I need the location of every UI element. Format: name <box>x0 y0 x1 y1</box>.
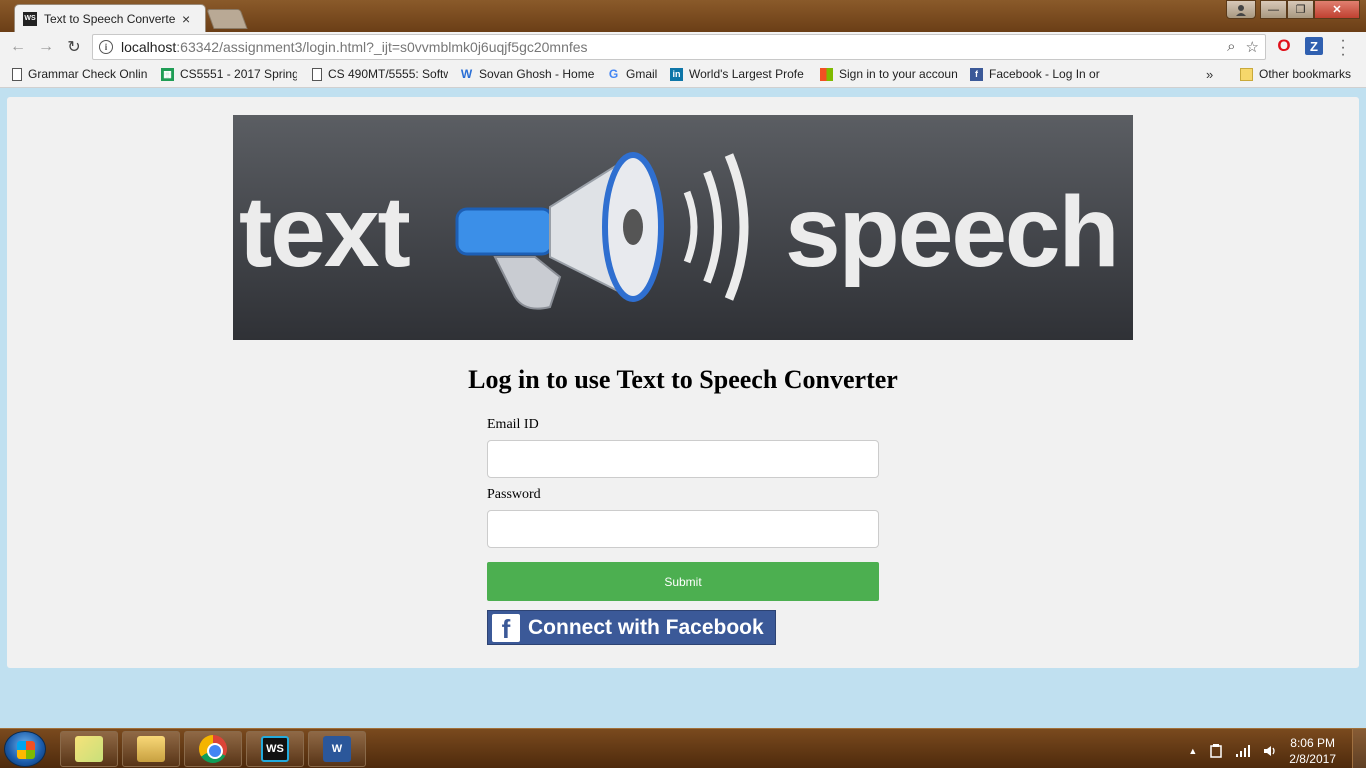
url-path: :63342/assignment3/login.html?_ijt=s0vvm… <box>176 39 588 55</box>
system-clock[interactable]: 8:06 PM 2/8/2017 <box>1289 735 1336 767</box>
webstorm-favicon-icon: WS <box>23 11 37 26</box>
chrome-menu-icon[interactable]: · · · <box>1338 33 1348 63</box>
window-controls: — ❐ ✕ <box>1226 0 1360 19</box>
bookmark-linkedin[interactable]: in World's Largest Profe <box>670 67 806 81</box>
banner-word-text: text <box>239 176 411 288</box>
more-bookmarks-chevron-icon[interactable]: » <box>1206 67 1213 82</box>
url-host: localhost <box>121 39 177 55</box>
banner-word-speech: speech <box>785 176 1120 288</box>
bookmark-cs490mt[interactable]: CS 490MT/5555: Softw <box>312 67 448 81</box>
bookmark-label: Sign in to your accoun <box>839 67 958 81</box>
show-hidden-icons-arrow-icon[interactable]: ▲ <box>1188 746 1197 756</box>
taskbar-sticky-notes[interactable] <box>60 731 118 767</box>
taskbar-webstorm[interactable]: WS <box>246 731 304 767</box>
taskbar-chrome[interactable] <box>184 731 242 767</box>
connect-with-facebook-button[interactable]: f Connect with Facebook <box>487 610 776 645</box>
page-icon <box>312 67 322 81</box>
zoom-icon[interactable]: ⌕ <box>1227 38 1235 56</box>
user-profile-button[interactable] <box>1226 0 1256 19</box>
page-icon <box>12 67 22 81</box>
address-bar[interactable]: i localhost :63342/assignment3/login.htm… <box>92 34 1266 60</box>
bookmarks-bar: Grammar Check Onlin ▦ CS5551 - 2017 Spri… <box>0 62 1366 88</box>
taskbar-file-explorer[interactable] <box>122 731 180 767</box>
bookmark-label: Gmail <box>626 67 658 81</box>
reload-button[interactable]: ↻ <box>60 37 88 57</box>
z-extension-icon[interactable]: Z <box>1305 37 1323 55</box>
action-center-icon[interactable] <box>1209 744 1223 758</box>
user-icon <box>1236 4 1246 16</box>
bookmark-sovan-ghosh[interactable]: W Sovan Ghosh - Home <box>460 67 600 81</box>
password-field[interactable] <box>487 510 879 548</box>
google-icon: G <box>608 67 619 81</box>
facebook-icon: f <box>970 67 983 81</box>
bookmark-label: CS5551 - 2017 Spring <box>180 67 297 81</box>
bookmark-cs5551[interactable]: ▦ CS5551 - 2017 Spring <box>161 67 297 81</box>
email-label: Email ID <box>487 417 539 432</box>
minimize-button[interactable]: — <box>1260 0 1287 19</box>
facebook-button-label: Connect with Facebook <box>528 615 764 639</box>
bookmark-label: World's Largest Profe <box>689 67 804 81</box>
bookmark-microsoft-signin[interactable]: Sign in to your accoun <box>820 67 958 81</box>
bookmark-star-icon[interactable]: ☆ <box>1246 38 1259 56</box>
maximize-button[interactable]: ❐ <box>1287 0 1314 19</box>
chrome-icon <box>199 735 227 763</box>
login-form: Email ID Password Submit f Connect with … <box>487 417 879 645</box>
bookmark-grammar-check[interactable]: Grammar Check Onlin <box>12 67 148 81</box>
site-info-icon[interactable]: i <box>99 40 113 54</box>
system-tray: ▲ 8:06 PM 2/8/2017 <box>1188 735 1336 767</box>
bookmark-gmail[interactable]: G Gmail <box>607 67 663 81</box>
network-signal-icon[interactable] <box>1235 744 1251 758</box>
bookmark-label: Facebook - Log In or <box>989 67 1100 81</box>
w-icon: W <box>460 67 473 81</box>
sticky-notes-icon <box>75 736 103 762</box>
clock-date: 2/8/2017 <box>1289 752 1336 766</box>
folder-icon <box>137 736 165 762</box>
show-desktop-button[interactable] <box>1352 729 1366 768</box>
taskbar-word[interactable]: W <box>308 731 366 767</box>
other-bookmarks[interactable]: Other bookmarks <box>1240 67 1351 81</box>
opera-extension-icon[interactable]: O <box>1274 36 1294 56</box>
folder-icon <box>1240 67 1253 81</box>
megaphone-icon <box>455 152 749 310</box>
login-card: text speech Log in to use Text to Speech… <box>7 97 1359 668</box>
webstorm-icon: WS <box>261 736 289 762</box>
linkedin-icon: in <box>670 67 683 81</box>
page-viewport: text speech Log in to use Text to Speech… <box>0 89 1366 728</box>
clock-time: 8:06 PM <box>1290 736 1335 750</box>
close-window-button[interactable]: ✕ <box>1314 0 1360 19</box>
text-to-speech-banner: text speech <box>233 115 1133 340</box>
bookmark-label: Grammar Check Onlin <box>28 67 148 81</box>
password-label: Password <box>487 487 541 502</box>
browser-toolbar: ← → ↻ i localhost :63342/assignment3/log… <box>0 32 1366 63</box>
submit-button[interactable]: Submit <box>487 562 879 601</box>
sheets-icon: ▦ <box>161 67 174 81</box>
omnibox-actions: ⌕ ☆ <box>1227 38 1259 56</box>
volume-icon[interactable] <box>1263 744 1277 758</box>
windows-taskbar: WS W ▲ 8:06 PM 2/8/2017 <box>0 728 1366 768</box>
start-button[interactable] <box>4 731 46 767</box>
page-title: Log in to use Text to Speech Converter <box>468 365 898 394</box>
back-button[interactable]: ← <box>4 38 32 56</box>
bookmark-facebook[interactable]: f Facebook - Log In or <box>970 67 1106 81</box>
word-icon: W <box>323 736 351 762</box>
email-field[interactable] <box>487 440 879 478</box>
facebook-f-icon: f <box>492 613 520 642</box>
microsoft-icon <box>820 67 833 81</box>
bookmark-label: CS 490MT/5555: Softw <box>328 67 448 81</box>
browser-tab[interactable]: WS Text to Speech Converter × <box>14 4 206 32</box>
forward-button[interactable]: → <box>32 38 60 56</box>
new-tab-button[interactable] <box>206 9 248 29</box>
browser-title-bar: WS Text to Speech Converter × — ❐ ✕ <box>0 0 1366 32</box>
tab-title: Text to Speech Converter <box>44 11 176 26</box>
other-bookmarks-label: Other bookmarks <box>1259 67 1352 81</box>
windows-logo-icon <box>17 741 35 759</box>
bookmark-label: Sovan Ghosh - Home <box>479 67 595 81</box>
tab-close-icon[interactable]: × <box>182 11 190 27</box>
